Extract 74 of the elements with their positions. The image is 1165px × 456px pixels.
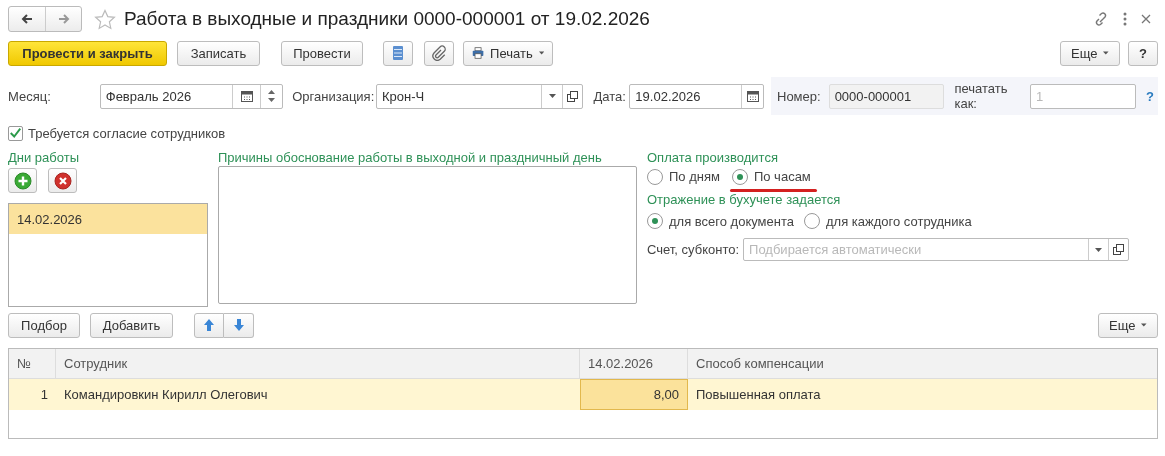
table-cell-text: Повышенная оплата (695, 386, 822, 404)
radio-button[interactable] (804, 213, 820, 229)
date-field[interactable]: 19.02.2026 (629, 83, 764, 109)
caret-icon (1103, 51, 1109, 55)
calendar-icon[interactable] (746, 90, 759, 102)
section-label: Отражение в бухучете задается (647, 192, 841, 208)
delete-icon (53, 171, 72, 190)
organization-field[interactable]: Крон-Ч (376, 83, 584, 109)
radio-option[interactable]: для всего документа (647, 213, 794, 229)
dropdown-icon[interactable] (548, 94, 556, 98)
calendar-icon[interactable] (240, 90, 253, 102)
field-label: Месяц: (8, 88, 52, 104)
link-icon[interactable] (1093, 11, 1109, 27)
more-icon[interactable] (1123, 12, 1127, 26)
column-header[interactable]: 14.02.2026 (580, 349, 688, 378)
close-icon[interactable] (1141, 14, 1151, 24)
spin-down-icon[interactable] (268, 98, 276, 103)
table-cell-text: Командировкин Кирилл Олегович (63, 386, 269, 404)
radio-button[interactable] (647, 168, 663, 185)
window-title: Работа в выходные и праздники 0000-000001 от 19.02.2026 (124, 8, 650, 30)
toolbar-button[interactable]: Провести (281, 40, 363, 66)
column-header[interactable]: № (9, 349, 56, 378)
toolbar-button[interactable]: Записать (177, 40, 260, 66)
print-button[interactable]: Печать (463, 40, 553, 66)
open-icon[interactable] (567, 90, 579, 102)
radio-option[interactable]: По часам (729, 164, 817, 192)
list-item[interactable]: 14.02.2026 (9, 204, 207, 234)
spin-up-icon[interactable] (268, 89, 276, 94)
help-link[interactable]: ? (1146, 88, 1154, 104)
section-label: Оплата производится (647, 150, 778, 166)
paperclip-icon (431, 45, 447, 61)
checkbox-label: Требуется согласие сотрудников (28, 125, 226, 141)
radio-option[interactable]: для каждого сотрудника (804, 213, 972, 229)
delete-button[interactable] (48, 168, 77, 193)
more-button[interactable]: Еще (1060, 40, 1120, 66)
checkbox[interactable] (8, 125, 23, 141)
column-header[interactable]: Сотрудник (56, 349, 580, 378)
more-button[interactable]: Еще (1098, 312, 1158, 338)
section-label: Причины обоснование работы в выходной и праздничный день (218, 150, 602, 166)
table-row[interactable]: 1 Командировкин Кирилл Олегович 8,00 Повышенная оплата (9, 379, 1157, 410)
radio-button[interactable] (731, 168, 748, 185)
attach-button[interactable] (424, 40, 454, 66)
help-button[interactable]: ? (1128, 40, 1158, 66)
document-icon (392, 45, 404, 61)
star-icon[interactable] (94, 8, 116, 30)
checkmark-icon (9, 126, 22, 140)
field-label: Номер: (777, 88, 821, 104)
column-header[interactable]: Способ компенсации (688, 349, 1157, 378)
plus-icon (13, 171, 32, 190)
radio-button[interactable] (647, 213, 663, 229)
caret-icon (538, 51, 544, 55)
table-cell-text: 1 (39, 386, 49, 404)
field-label: печатать как: (954, 81, 1009, 111)
structure-button[interactable] (383, 40, 413, 66)
move-up-button[interactable] (194, 312, 224, 338)
field-label: Дата: (593, 88, 627, 104)
field-label: Счет, субконто: (647, 242, 740, 257)
open-icon[interactable] (1113, 244, 1125, 255)
up-arrow-icon (203, 318, 215, 332)
field-label: Организация: (292, 88, 376, 104)
month-field[interactable]: Февраль 2026 (99, 83, 284, 109)
add-button[interactable] (8, 168, 37, 193)
move-down-button[interactable] (224, 312, 254, 338)
caret-icon (1141, 323, 1147, 327)
section-label: Дни работы (8, 150, 79, 166)
down-arrow-icon (232, 318, 245, 332)
table-cell: 8,00 (580, 379, 688, 410)
table-toolbar-button[interactable]: Добавить (90, 312, 173, 338)
printer-icon (472, 45, 485, 61)
number-field[interactable]: 0000-000001 (828, 83, 945, 109)
dropdown-icon[interactable] (1095, 247, 1103, 252)
post-and-close-button[interactable]: Провести и закрыть (8, 40, 167, 66)
radio-option[interactable]: По дням (645, 164, 726, 192)
table-toolbar-button[interactable]: Подбор (8, 312, 80, 338)
